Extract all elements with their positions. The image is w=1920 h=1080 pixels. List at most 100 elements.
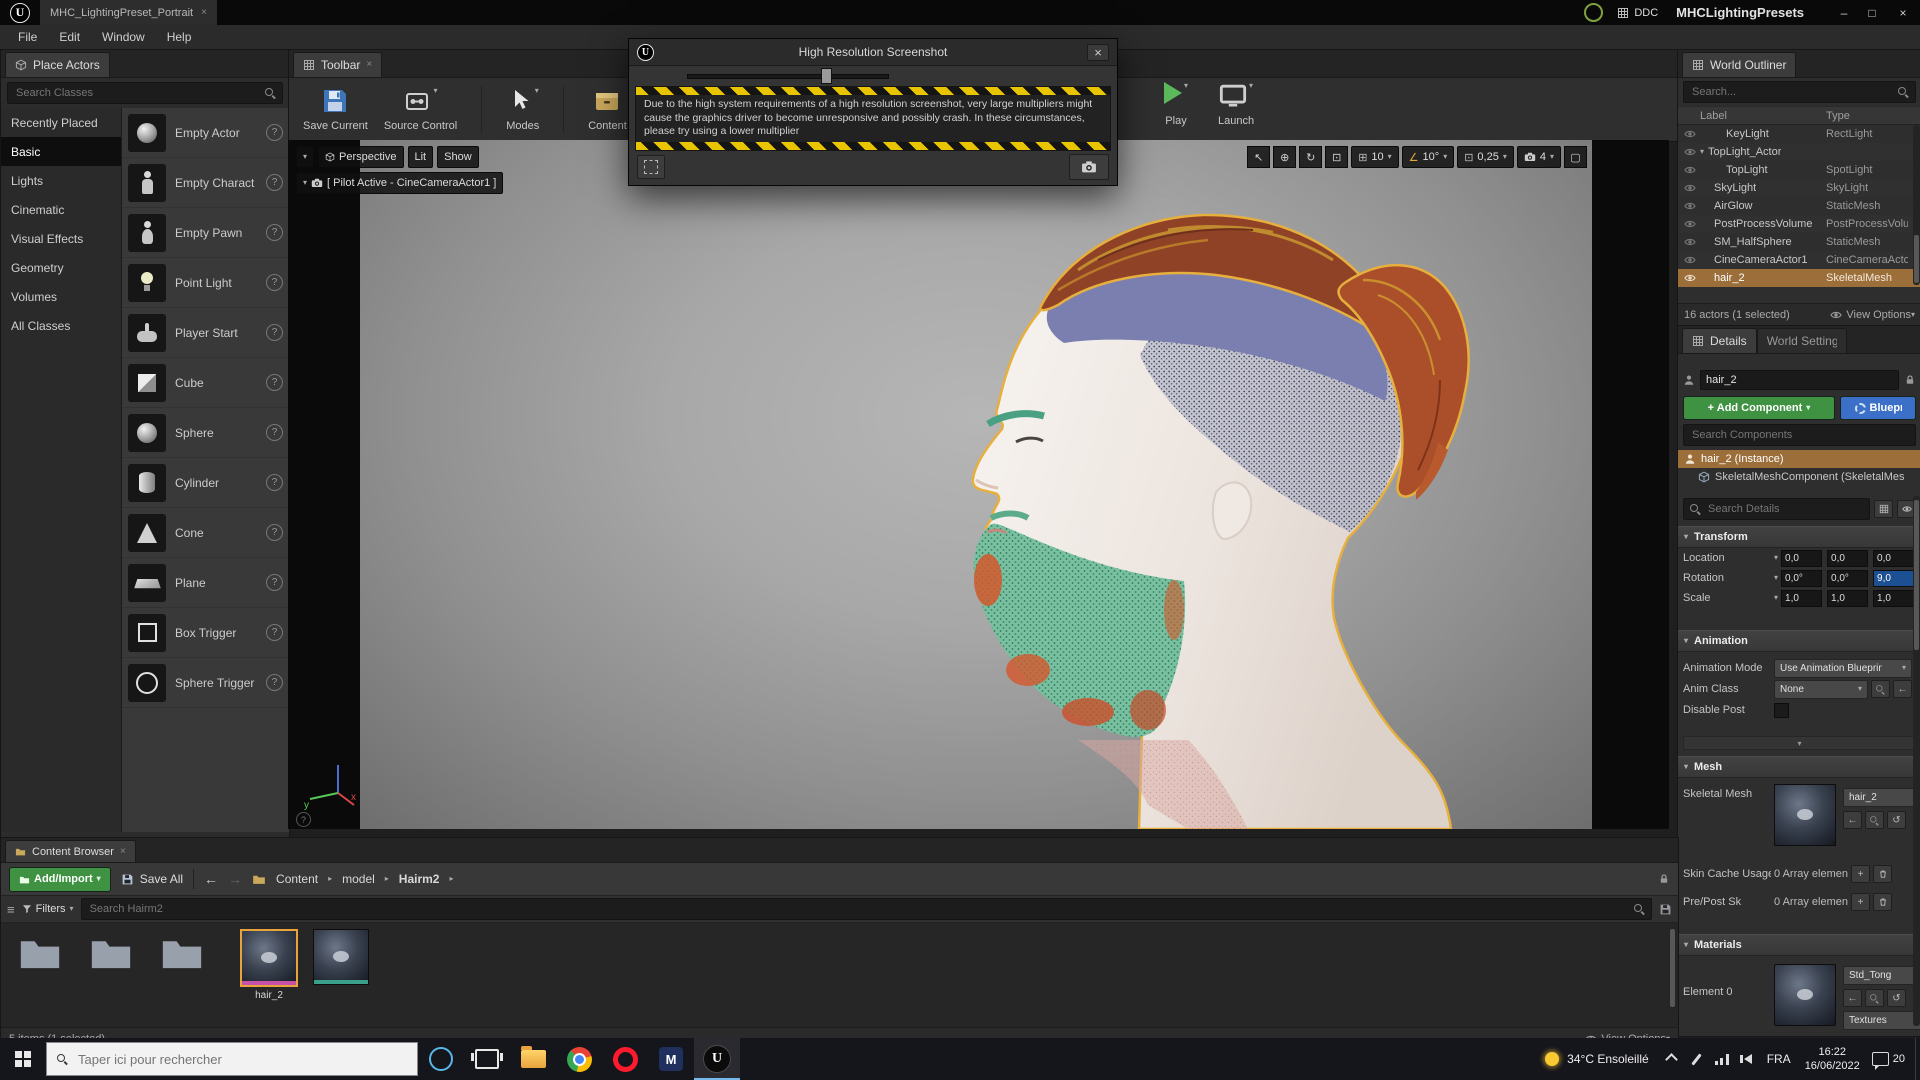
add-element-button[interactable]: +: [1851, 893, 1870, 911]
visibility-eye-icon[interactable]: [1684, 200, 1696, 212]
rotation-z-field[interactable]: 9,0: [1873, 569, 1915, 587]
help-icon[interactable]: ?: [266, 224, 283, 241]
help-icon[interactable]: ?: [266, 574, 283, 591]
place-actor-sphere-trigger[interactable]: Sphere Trigger?: [122, 658, 289, 708]
visibility-eye-icon[interactable]: [1684, 236, 1696, 248]
material-thumbnail[interactable]: [1774, 964, 1836, 1026]
viewport-maximize-button[interactable]: ▢: [1564, 146, 1587, 168]
column-label[interactable]: Label: [1700, 110, 1727, 122]
tab-close-icon[interactable]: ×: [201, 7, 207, 18]
reset-asset-button[interactable]: ↺: [1887, 811, 1906, 829]
anim-class-browse-button[interactable]: [1871, 680, 1890, 698]
language-indicator[interactable]: FRA: [1761, 1038, 1797, 1080]
tab-close-icon[interactable]: ×: [366, 60, 372, 70]
tool-rotate[interactable]: ↻: [1299, 146, 1323, 168]
capture-region-button[interactable]: [637, 154, 665, 179]
chevron-down-icon[interactable]: ▾: [433, 86, 437, 95]
scale-x-field[interactable]: 1,0: [1781, 589, 1823, 607]
take-screenshot-button[interactable]: [1069, 153, 1109, 180]
chevron-down-icon[interactable]: ▾: [535, 86, 539, 95]
skeletal-mesh-dropdown[interactable]: hair_2 ▾: [1843, 788, 1920, 807]
close-button[interactable]: ×: [1886, 6, 1920, 20]
tool-select[interactable]: ↖: [1247, 146, 1271, 168]
category-all-classes[interactable]: All Classes: [1, 311, 121, 340]
dialog-close-button[interactable]: ×: [1087, 43, 1109, 61]
cortana-button[interactable]: [418, 1038, 464, 1080]
browse-asset-button[interactable]: [1865, 989, 1884, 1007]
expander-icon[interactable]: ▾: [1700, 148, 1704, 156]
save-search-icon[interactable]: [1659, 903, 1672, 916]
modes-button[interactable]: ▾ Modes: [506, 86, 539, 132]
lit-button[interactable]: Lit: [407, 146, 434, 168]
content-button[interactable]: Content: [588, 87, 627, 132]
location-z-field[interactable]: 0,0: [1873, 549, 1915, 567]
section-animation[interactable]: ▾ Animation: [1678, 630, 1920, 652]
save-all-button[interactable]: Save All: [121, 872, 183, 886]
search-assets-box[interactable]: [80, 898, 1652, 920]
visibility-eye-icon[interactable]: [1684, 128, 1696, 140]
tab-toolbar[interactable]: Toolbar ×: [293, 52, 383, 77]
pilot-indicator[interactable]: ▾ [ Pilot Active - CineCameraActor1 ]: [296, 172, 504, 194]
category-visual-effects[interactable]: Visual Effects: [1, 224, 121, 253]
search-classes-box[interactable]: [7, 82, 283, 104]
search-classes-input[interactable]: [14, 86, 260, 100]
location-x-field[interactable]: 0,0: [1781, 549, 1823, 567]
anim-class-use-selected-button[interactable]: ←: [1893, 680, 1912, 698]
multiplier-slider-handle[interactable]: [821, 68, 832, 84]
asset-thumbnail[interactable]: [240, 929, 298, 987]
tab-place-actors[interactable]: Place Actors: [5, 52, 110, 77]
tab-world-settings[interactable]: World Settings: [1756, 328, 1847, 353]
chevron-down-icon[interactable]: ▾: [1774, 594, 1778, 602]
chevron-down-icon[interactable]: ▾: [1249, 82, 1253, 90]
tab-world-outliner[interactable]: World Outliner: [1682, 52, 1797, 77]
show-desktop-button[interactable]: [1915, 1038, 1920, 1080]
weather-widget[interactable]: 34°C Ensoleillé: [1535, 1052, 1659, 1066]
delete-elements-button[interactable]: [1873, 893, 1892, 911]
unreal-engine-button[interactable]: U: [694, 1038, 740, 1080]
taskbar-search-box[interactable]: [46, 1042, 418, 1076]
menu-help[interactable]: Help: [157, 25, 202, 49]
reset-asset-button[interactable]: ↺: [1887, 989, 1906, 1007]
add-element-button[interactable]: +: [1851, 865, 1870, 883]
category-cinematic[interactable]: Cinematic: [1, 195, 121, 224]
help-icon[interactable]: ?: [266, 424, 283, 441]
minimize-button[interactable]: –: [1830, 6, 1858, 20]
outliner-row[interactable]: AirGlow StaticMesh: [1678, 197, 1920, 215]
lock-icon[interactable]: [1658, 873, 1670, 885]
menu-edit[interactable]: Edit: [49, 25, 90, 49]
viewport-options-button[interactable]: ▾: [296, 146, 315, 168]
help-icon[interactable]: ?: [266, 674, 283, 691]
asset-tile-selected[interactable]: hair_2: [240, 929, 298, 1001]
search-components-input[interactable]: [1690, 428, 1909, 442]
component-row-skeletalmesh[interactable]: SkeletalMeshComponent (SkeletalMesh): [1678, 468, 1920, 486]
tool-scale[interactable]: ⊡: [1325, 146, 1349, 168]
tab-details[interactable]: Details: [1682, 328, 1757, 353]
place-actor-player-start[interactable]: Player Start?: [122, 308, 289, 358]
breadcrumb-content[interactable]: Content: [276, 872, 318, 886]
forward-button[interactable]: →: [228, 871, 242, 887]
start-button[interactable]: [0, 1038, 46, 1080]
category-geometry[interactable]: Geometry: [1, 253, 121, 282]
tab-content-browser[interactable]: Content Browser ×: [5, 840, 136, 862]
textures-dropdown[interactable]: Textures ▾: [1843, 1011, 1920, 1030]
add-component-button[interactable]: + Add Component ▾: [1683, 396, 1835, 420]
outliner-search-box[interactable]: [1683, 81, 1916, 103]
tool-move[interactable]: ⊕: [1273, 146, 1297, 168]
search-details-box[interactable]: [1683, 498, 1870, 520]
clock[interactable]: 16:22 16/06/2022: [1797, 1045, 1868, 1074]
outliner-row[interactable]: SkyLight SkyLight: [1678, 179, 1920, 197]
search-assets-input[interactable]: [87, 902, 1629, 916]
visibility-eye-icon[interactable]: [1684, 254, 1696, 266]
delete-elements-button[interactable]: [1873, 865, 1892, 883]
save-current-button[interactable]: Save Current: [303, 87, 368, 132]
file-explorer-button[interactable]: [510, 1038, 556, 1080]
asset-tile[interactable]: [313, 929, 371, 988]
help-icon[interactable]: ?: [266, 624, 283, 641]
folder-tile[interactable]: [155, 929, 211, 978]
asset-thumbnail[interactable]: [313, 929, 369, 985]
use-selected-button[interactable]: ←: [1843, 989, 1862, 1007]
place-actor-cube[interactable]: Cube?: [122, 358, 289, 408]
place-actor-empty-character[interactable]: Empty Charact?: [122, 158, 289, 208]
source-control-button[interactable]: ▾ Source Control: [384, 86, 457, 132]
breadcrumb-model[interactable]: model: [342, 872, 375, 886]
